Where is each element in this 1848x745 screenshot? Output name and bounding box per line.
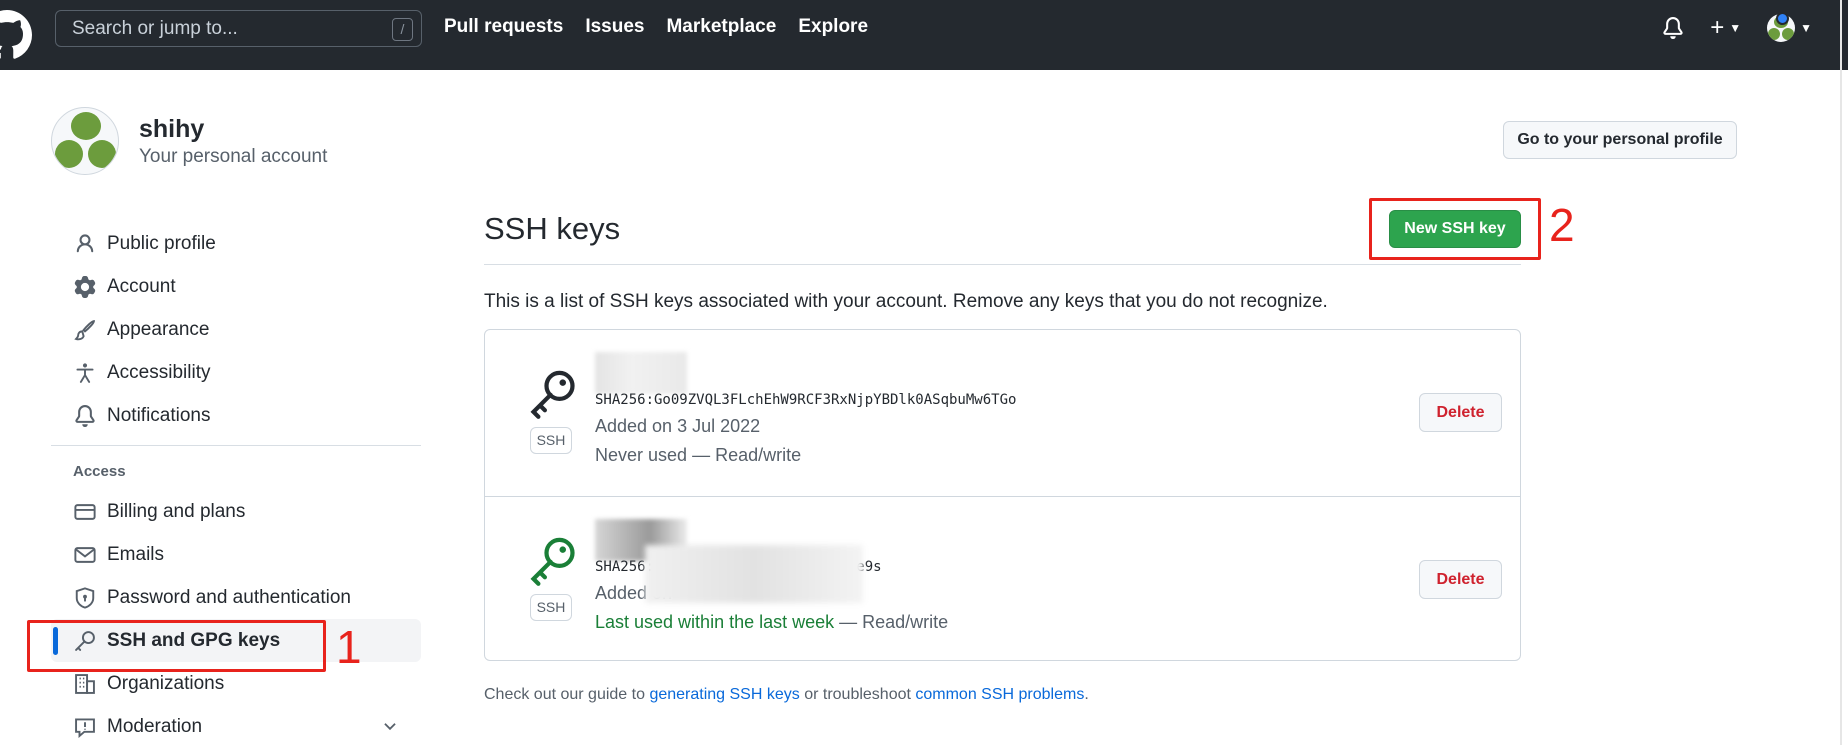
sidebar-item-password-authentication[interactable]: Password and authentication bbox=[51, 576, 421, 619]
sidebar-item-billing[interactable]: Billing and plans bbox=[51, 490, 421, 533]
sidebar-heading-access: Access bbox=[73, 463, 126, 480]
sidebar-item-label: Organizations bbox=[107, 672, 225, 694]
chevron-down-icon[interactable] bbox=[381, 717, 399, 735]
list-item: SSH SHA256:Go09ZVQL3FLchEhW9RCF3RxNjpYBD… bbox=[485, 330, 1520, 496]
sidebar-item-label: Notifications bbox=[107, 404, 211, 426]
nav-marketplace[interactable]: Marketplace bbox=[666, 16, 776, 38]
sidebar-item-account[interactable]: Account bbox=[51, 265, 421, 308]
key-icon bbox=[530, 537, 575, 586]
gear-icon bbox=[73, 275, 97, 299]
key-last-used: Never used bbox=[595, 445, 688, 465]
page-title: SSH keys bbox=[484, 211, 621, 246]
sidebar-divider bbox=[51, 445, 421, 446]
sidebar-item-accessibility[interactable]: Accessibility bbox=[51, 351, 421, 394]
search-shortcut-hint: / bbox=[392, 18, 413, 41]
key-fingerprint: SHA256:Go09ZVQL3FLchEhW9RCF3RxNjpYBDlk0A… bbox=[595, 392, 1017, 408]
key-access: — Read/write bbox=[834, 612, 949, 632]
paintbrush-icon bbox=[73, 318, 97, 342]
sidebar-item-label: Emails bbox=[107, 543, 165, 565]
sidebar-item-public-profile[interactable]: Public profile bbox=[51, 222, 421, 265]
sidebar-item-label: Moderation bbox=[107, 715, 203, 737]
sidebar-item-emails[interactable]: Emails bbox=[51, 533, 421, 576]
github-logo-icon[interactable] bbox=[0, 10, 32, 60]
header-nav: Pull requests Issues Marketplace Explore bbox=[444, 16, 868, 38]
key-type-label: SSH bbox=[530, 594, 572, 621]
plus-icon: + bbox=[1710, 14, 1725, 41]
caret-down-icon: ▼ bbox=[1800, 21, 1812, 35]
delete-key-button[interactable]: Delete bbox=[1419, 393, 1502, 432]
key-usage: Never used — Read/write bbox=[595, 445, 801, 466]
organization-icon bbox=[73, 672, 97, 696]
annotation-number-2: 2 bbox=[1549, 199, 1575, 251]
help-text: Check out our guide to generating SSH ke… bbox=[484, 686, 1089, 704]
key-last-used: Last used within the last week bbox=[595, 612, 835, 632]
go-to-profile-button[interactable]: Go to your personal profile bbox=[1503, 121, 1737, 159]
global-header: Search or jump to... / Pull requests Iss… bbox=[0, 0, 1848, 70]
shield-lock-icon bbox=[73, 586, 97, 610]
create-new-dropdown[interactable]: + ▼ bbox=[1710, 14, 1741, 42]
new-ssh-key-button[interactable]: New SSH key bbox=[1389, 210, 1521, 248]
generating-ssh-keys-link[interactable]: generating SSH keys bbox=[649, 686, 799, 703]
sidebar-item-appearance[interactable]: Appearance bbox=[51, 308, 421, 351]
help-text-suffix: . bbox=[1084, 686, 1089, 703]
notification-dot-icon bbox=[1776, 12, 1789, 25]
key-usage: Last used within the last week — Read/wr… bbox=[595, 612, 948, 633]
fingerprint-redacted bbox=[645, 545, 863, 603]
account-type-label: Your personal account bbox=[139, 146, 328, 167]
annotation-number-1: 1 bbox=[336, 621, 362, 673]
avatar bbox=[51, 107, 119, 175]
credit-card-icon bbox=[73, 500, 97, 524]
annotation-box-1 bbox=[27, 620, 326, 672]
sidebar-item-notifications[interactable]: Notifications bbox=[51, 394, 421, 437]
sidebar-item-label: Public profile bbox=[107, 232, 216, 254]
sidebar-item-moderation[interactable]: Moderation bbox=[51, 705, 421, 745]
header-actions: + ▼ ▼ bbox=[1662, 14, 1812, 42]
help-text-prefix: Check out our guide to bbox=[484, 686, 650, 703]
accessibility-icon bbox=[73, 361, 97, 385]
intro-text: This is a list of SSH keys associated wi… bbox=[484, 291, 1328, 312]
common-ssh-problems-link[interactable]: common SSH problems bbox=[915, 686, 1084, 703]
key-icon bbox=[530, 370, 575, 419]
user-menu-dropdown[interactable]: ▼ bbox=[1767, 14, 1812, 42]
delete-key-button[interactable]: Delete bbox=[1419, 560, 1502, 599]
search-placeholder: Search or jump to... bbox=[72, 18, 238, 39]
search-input[interactable]: Search or jump to... / bbox=[55, 10, 422, 47]
mail-icon bbox=[73, 543, 97, 567]
bell-icon[interactable] bbox=[1662, 17, 1684, 39]
help-text-middle: or troubleshoot bbox=[799, 686, 916, 703]
nav-explore[interactable]: Explore bbox=[798, 16, 868, 38]
sidebar-item-label: Account bbox=[107, 275, 176, 297]
account-context: shihy Your personal account bbox=[51, 107, 327, 175]
nav-pull-requests[interactable]: Pull requests bbox=[444, 16, 563, 38]
nav-issues[interactable]: Issues bbox=[585, 16, 644, 38]
title-divider bbox=[484, 264, 1521, 265]
caret-down-icon: ▼ bbox=[1729, 21, 1742, 35]
key-added-date: Added on 3 Jul 2022 bbox=[595, 416, 761, 436]
key-title-redacted bbox=[595, 352, 687, 394]
sidebar-item-label: Accessibility bbox=[107, 361, 211, 383]
bell-icon bbox=[73, 404, 97, 428]
scrollbar[interactable] bbox=[1840, 0, 1842, 745]
list-item: SSH SHA256: uf6lIShE0eTlhfiAH1J/KKee9s A… bbox=[485, 496, 1520, 660]
username[interactable]: shihy bbox=[139, 114, 327, 144]
report-icon bbox=[73, 715, 97, 739]
sidebar-item-label: Appearance bbox=[107, 318, 210, 340]
person-icon bbox=[73, 232, 97, 256]
ssh-keys-list: SSH SHA256:Go09ZVQL3FLchEhW9RCF3RxNjpYBD… bbox=[484, 329, 1521, 661]
sidebar-item-label: Billing and plans bbox=[107, 500, 246, 522]
key-type-label: SSH bbox=[530, 427, 572, 454]
sidebar-item-label: Password and authentication bbox=[107, 586, 351, 608]
key-access: — Read/write bbox=[687, 445, 802, 465]
